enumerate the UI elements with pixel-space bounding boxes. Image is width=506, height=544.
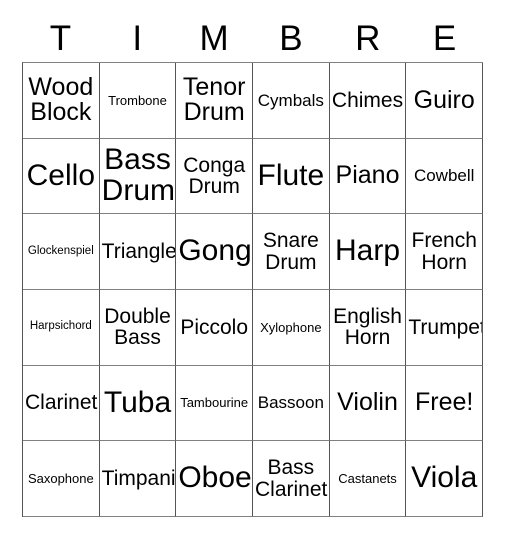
bingo-cell-r1c1[interactable]: Wood Block: [23, 63, 100, 139]
bingo-row: Wood Block Trombone Tenor Drum Cymbals Chime…: [23, 63, 484, 139]
bingo-cell-label: Viola: [411, 461, 478, 495]
bingo-header-letter-1: T: [49, 18, 72, 58]
bingo-cell-r5c1[interactable]: Clarinet: [23, 365, 100, 442]
bingo-cell-r6c3[interactable]: Oboe: [176, 441, 254, 518]
bingo-cell-r1c2[interactable]: Trombone: [99, 63, 177, 139]
bingo-cell-r5c4[interactable]: Bassoon: [253, 365, 330, 442]
bingo-cell-r1c4[interactable]: Cymbals: [253, 63, 330, 139]
bingo-cell-r4c6[interactable]: Trumpet: [406, 290, 484, 366]
bingo-cell-label: Xylophone: [260, 319, 322, 335]
bingo-cell-r6c6[interactable]: Viola: [406, 441, 484, 518]
bingo-cell-label: Gong: [178, 234, 252, 268]
bingo-cell-label: Bassoon: [257, 393, 324, 413]
bingo-cell-r6c5[interactable]: Castanets: [329, 441, 407, 518]
bingo-header-letter-2: I: [132, 18, 143, 58]
bingo-cell-r3c4[interactable]: Snare Drum: [253, 214, 330, 291]
bingo-cell-r5c6[interactable]: Free!: [406, 365, 484, 442]
bingo-cell-label: Bass Clarinet: [255, 456, 328, 501]
bingo-cell-r3c5[interactable]: Harp: [329, 214, 407, 291]
bingo-cell-label: Tenor Drum: [182, 72, 246, 127]
bingo-cell-label: Cowbell: [413, 166, 475, 186]
bingo-cell-label: French Horn: [411, 229, 477, 274]
bingo-cell-r3c6[interactable]: French Horn: [406, 214, 484, 291]
bingo-cell-r2c4[interactable]: Flute: [253, 138, 330, 215]
bingo-cell-r5c3[interactable]: Tambourine: [176, 365, 254, 442]
bingo-cell-r6c2[interactable]: Timpani: [99, 441, 177, 518]
bingo-cell-r5c5[interactable]: Violin: [329, 365, 407, 442]
bingo-cell-label: Wood Block: [28, 72, 94, 127]
bingo-cell-r1c3[interactable]: Tenor Drum: [176, 63, 254, 139]
bingo-row: Glockenspiel Triangle Gong Snare Drum Harp Fr…: [23, 214, 484, 291]
bingo-cell-r4c4[interactable]: Xylophone: [253, 290, 330, 366]
bingo-cell-label: Piccolo: [180, 315, 249, 339]
bingo-cell-r5c2[interactable]: Tuba: [99, 365, 177, 442]
bingo-cell-label: Flute: [257, 158, 325, 192]
bingo-cell-r1c6[interactable]: Guiro: [406, 63, 484, 139]
bingo-card: T I M B R E Wood Block Trombone Tenor Drum Cymba…: [0, 0, 506, 544]
bingo-cell-r4c3[interactable]: Piccolo: [176, 290, 254, 366]
bingo-row: Cello Bass Drum Conga Drum Flute Piano Cowbel…: [23, 138, 484, 215]
bingo-cell-r2c3[interactable]: Conga Drum: [176, 138, 254, 215]
bingo-cell-label: Trombone: [108, 92, 167, 108]
bingo-cell-r2c2[interactable]: Bass Drum: [99, 138, 177, 215]
bingo-cell-label: Harp: [335, 234, 401, 268]
bingo-cell-label: Free!: [415, 388, 474, 417]
bingo-header-letter-3: M: [199, 18, 229, 58]
bingo-cell-label: Piano: [335, 161, 400, 190]
bingo-cell-label: Clarinet: [25, 391, 98, 415]
bingo-header-letter-6: E: [432, 18, 457, 58]
bingo-cell-label: Snare Drum: [262, 229, 319, 274]
bingo-cell-label: Cymbals: [257, 90, 324, 110]
bingo-cell-label: Chimes: [331, 88, 404, 112]
bingo-cell-label: Saxophone: [27, 471, 94, 487]
bingo-cell-label: Conga Drum: [183, 153, 246, 198]
bingo-cell-label: Violin: [337, 388, 398, 417]
bingo-cell-label: Glockenspiel: [27, 244, 94, 257]
bingo-cell-r3c2[interactable]: Triangle: [99, 214, 177, 291]
bingo-cell-r4c1[interactable]: Harpsichord: [23, 290, 100, 366]
bingo-cell-label: Tambourine: [180, 395, 249, 411]
bingo-cell-label: Trumpet: [408, 315, 484, 339]
bingo-cell-label: Triangle: [101, 239, 177, 263]
bingo-cell-label: Double Bass: [104, 304, 171, 350]
bingo-cell-r2c5[interactable]: Piano: [329, 138, 407, 215]
bingo-row: Saxophone Timpani Oboe Bass Clarinet Castane…: [23, 441, 484, 518]
bingo-cell-r4c5[interactable]: English Horn: [329, 290, 407, 366]
bingo-cell-label: Guiro: [413, 85, 475, 114]
bingo-cell-label: Cello: [26, 158, 96, 192]
bingo-header-letter-5: R: [355, 18, 381, 58]
bingo-cell-r3c1[interactable]: Glockenspiel: [23, 214, 100, 291]
bingo-row: Harpsichord Double Bass Piccolo Xylophone En…: [23, 290, 484, 366]
bingo-header: TIMBRE: [22, 14, 483, 62]
bingo-cell-r6c1[interactable]: Saxophone: [23, 441, 100, 518]
bingo-cell-label: Bass Drum: [101, 143, 176, 207]
bingo-cell-r3c3[interactable]: Gong: [176, 214, 254, 291]
bingo-header-letter-4: B: [279, 18, 303, 58]
bingo-cell-r2c1[interactable]: Cello: [23, 138, 100, 215]
bingo-cell-label: Castanets: [338, 471, 397, 487]
bingo-row: Clarinet Tuba Tambourine Bassoon Violin Free!: [23, 365, 484, 442]
bingo-cell-label: Oboe: [178, 461, 252, 495]
bingo-cell-r4c2[interactable]: Double Bass: [99, 290, 177, 366]
bingo-cell-r2c6[interactable]: Cowbell: [406, 138, 484, 215]
bingo-cell-label: Timpani: [101, 466, 176, 490]
bingo-cell-label: English Horn: [333, 304, 402, 350]
bingo-grid: Wood Block Trombone Tenor Drum Cymbals Chime…: [22, 62, 484, 518]
bingo-cell-r1c5[interactable]: Chimes: [329, 63, 407, 139]
bingo-cell-r6c4[interactable]: Bass Clarinet: [253, 441, 330, 518]
bingo-cell-label: Harpsichord: [29, 320, 92, 333]
bingo-cell-label: Tuba: [103, 385, 172, 419]
